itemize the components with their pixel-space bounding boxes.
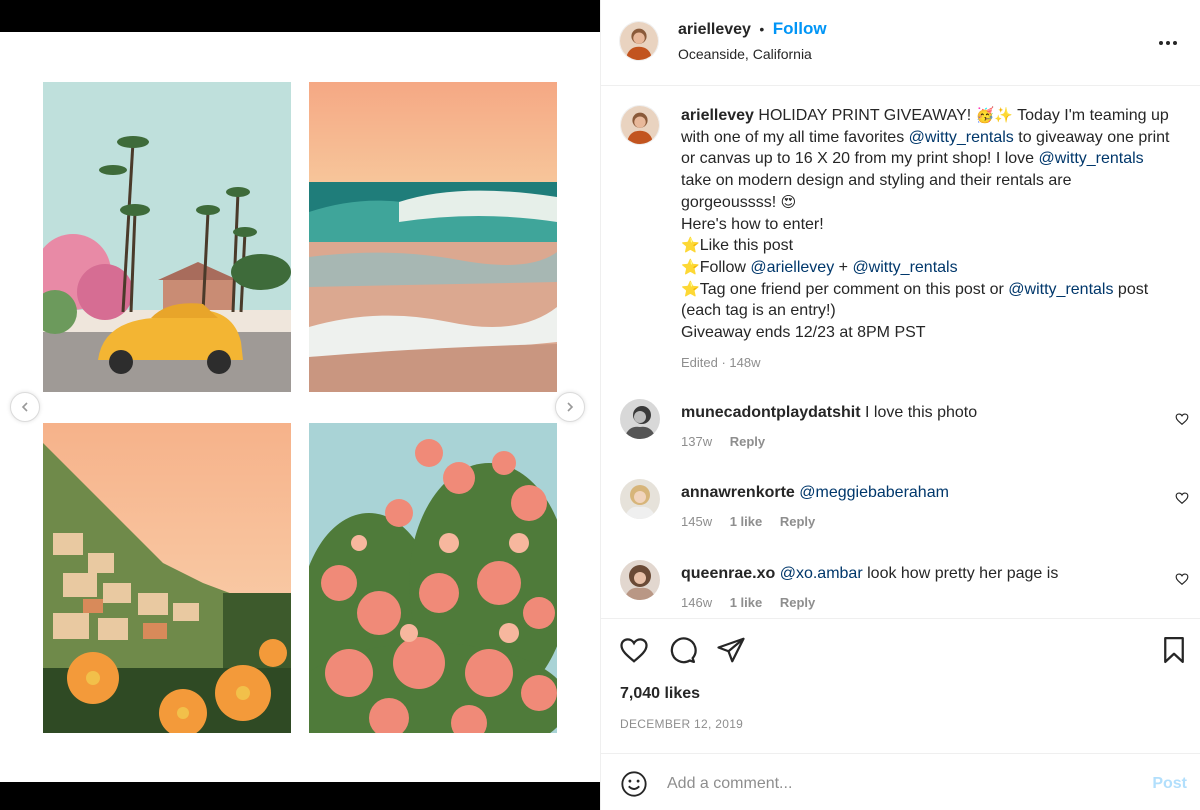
reply-button[interactable]: Reply <box>780 514 815 529</box>
commenter-avatar[interactable] <box>620 399 660 439</box>
comment-item: queenrae.xo @xo.ambar look how pretty he… <box>681 563 1151 613</box>
caption-step2-prefix: Follow <box>699 258 751 276</box>
caption-how-to: Here's how to enter! <box>681 215 824 233</box>
carousel-next-button[interactable] <box>555 392 585 422</box>
comment-username[interactable]: annawrenkorte <box>681 484 795 501</box>
caption-mention-witty-rentals-4[interactable]: @witty_rentals <box>1008 281 1113 298</box>
caption-mention-witty-rentals-2[interactable]: @witty_rentals <box>1039 150 1144 167</box>
media-canvas <box>0 32 600 782</box>
comment-username[interactable]: queenrae.xo <box>681 565 775 582</box>
caption-line1: HOLIDAY PRINT GIVEAWAY! <box>758 107 976 124</box>
photo-coastal-town-flowers <box>43 423 291 733</box>
party-sparkle-emoji: 🥳✨ <box>975 106 1013 124</box>
post-header: ariellevey • Follow Oceanside, Californi… <box>601 0 1200 86</box>
post-media <box>0 0 600 810</box>
more-options-icon[interactable] <box>1159 32 1183 48</box>
photo-ocean-waves <box>309 82 557 392</box>
comment-mention[interactable]: @meggiebaberaham <box>799 484 949 501</box>
caption-avatar[interactable] <box>620 105 660 145</box>
bookmark-icon[interactable] <box>1159 635 1189 665</box>
comment-text: look how pretty her page is <box>867 565 1059 582</box>
star-emoji: ⭐ <box>681 257 700 276</box>
comment-input[interactable] <box>667 772 1127 796</box>
star-emoji: ⭐ <box>681 236 700 255</box>
post-button[interactable]: Post <box>1152 775 1187 793</box>
share-icon[interactable] <box>716 635 746 665</box>
comment-age[interactable]: 146w <box>681 595 712 610</box>
star-emoji: ⭐ <box>681 279 700 298</box>
comment-like-icon[interactable] <box>1175 572 1189 586</box>
follow-button[interactable]: Follow <box>773 19 827 38</box>
comment-age[interactable]: 137w <box>681 434 712 449</box>
post-panel: ariellevey • Follow Oceanside, Californi… <box>600 0 1200 810</box>
comment-username[interactable]: munecadontplaydatshit <box>681 404 861 421</box>
comment-likes[interactable]: 1 like <box>730 514 763 529</box>
caption-line3: take on modern design and styling and th… <box>681 172 1072 211</box>
comment-like-icon[interactable] <box>1175 491 1189 505</box>
photo-palms-yellow-car <box>43 82 291 392</box>
commenter-avatar[interactable] <box>620 560 660 600</box>
caption: ariellevey HOLIDAY PRINT GIVEAWAY! 🥳✨ To… <box>681 105 1171 373</box>
caption-step1: Like this post <box>699 237 794 255</box>
action-bar: 7,040 likes DECEMBER 12, 2019 <box>601 618 1200 753</box>
carousel-prev-button[interactable] <box>10 392 40 422</box>
chevron-left-icon <box>21 402 28 412</box>
caption-mention-witty-rentals[interactable]: @witty_rentals <box>909 129 1014 146</box>
caption-ends: Giveaway ends 12/23 at 8PM PST <box>681 324 926 342</box>
caption-mention-witty-rentals-3[interactable]: @witty_rentals <box>852 259 957 276</box>
caption-mention-ariellevey[interactable]: @ariellevey <box>750 259 834 276</box>
post-date: DECEMBER 12, 2019 <box>620 717 744 731</box>
likes-count[interactable]: 7,040 likes <box>620 685 700 703</box>
header-separator: • <box>759 21 765 37</box>
reply-button[interactable]: Reply <box>780 595 815 610</box>
location-link[interactable]: Oceanside, California <box>678 46 812 62</box>
emoji-icon[interactable] <box>620 770 648 798</box>
comment-item: munecadontplaydatshit I love this photo … <box>681 402 1151 452</box>
heart-eyes-emoji: 😍 <box>780 192 797 211</box>
photo-bougainvillea <box>309 423 557 733</box>
avatar[interactable] <box>619 21 659 61</box>
comment-item: annawrenkorte @meggiebaberaham 145w 1 li… <box>681 482 1151 532</box>
chevron-right-icon <box>567 402 574 412</box>
comment-like-icon[interactable] <box>1175 412 1189 426</box>
caption-meta: Edited · 148w <box>681 354 761 370</box>
comment-mention[interactable]: @xo.ambar <box>780 565 863 582</box>
add-comment-bar: Post <box>601 753 1200 810</box>
commenter-avatar[interactable] <box>620 479 660 519</box>
caption-username[interactable]: ariellevey <box>681 107 754 124</box>
comment-likes[interactable]: 1 like <box>730 595 763 610</box>
reply-button[interactable]: Reply <box>730 434 765 449</box>
comments-section: ariellevey HOLIDAY PRINT GIVEAWAY! 🥳✨ To… <box>601 86 1200 618</box>
heart-icon[interactable] <box>619 635 649 665</box>
caption-step3-prefix: Tag one friend per comment on this post … <box>699 280 1009 298</box>
caption-step2-plus: + <box>834 258 853 276</box>
header-username[interactable]: ariellevey <box>678 21 751 38</box>
comment-text: I love this photo <box>865 404 978 421</box>
comment-age[interactable]: 145w <box>681 514 712 529</box>
comment-icon[interactable] <box>667 635 697 665</box>
